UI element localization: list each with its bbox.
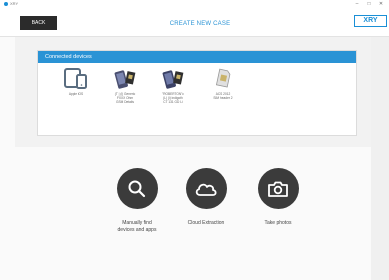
close-button[interactable]: ✕: [376, 0, 386, 8]
window-titlebar: XRY – □ ✕: [0, 0, 389, 8]
phone-sim-icon: [162, 70, 184, 89]
app-icon: [4, 2, 8, 6]
manually-find-button[interactable]: Manually find devices and apps: [97, 168, 177, 234]
device-label: "ROBERTON"c (L) (i) indigoth CT 131 GD L…: [162, 92, 184, 104]
sim-card-icon: [215, 68, 231, 88]
search-icon: [128, 180, 146, 197]
device-label: ACS 2012 SIM header 2: [213, 92, 233, 100]
take-photos-label: Take photos: [264, 220, 292, 226]
toolbar: BACK CREATE NEW CASE XRY: [0, 8, 389, 37]
manually-find-circle[interactable]: [116, 168, 158, 209]
cloud-extraction-button[interactable]: Cloud Extraction: [166, 168, 246, 227]
window-title: XRY: [10, 1, 19, 6]
manually-find-label: Manually find devices and apps: [117, 220, 157, 233]
minimize-button[interactable]: –: [352, 0, 362, 8]
device-apple-ios[interactable]: Apple iOS: [51, 67, 101, 96]
scroll-area: [371, 37, 389, 280]
device-sim-card[interactable]: ACS 2012 SIM header 2: [198, 67, 248, 100]
cloud-extraction-label: Cloud Extraction: [187, 220, 225, 226]
device-label: (T | (i) Generic FXXX Ohm GSM Details: [114, 92, 136, 104]
xry-logo: XRY: [354, 15, 387, 27]
take-photos-circle[interactable]: [257, 168, 299, 209]
apple-ios-devices-icon: [64, 68, 87, 89]
device-generic-phone[interactable]: (T | (i) Generic FXXX Ohm GSM Details: [100, 67, 150, 104]
device-label: Apple iOS: [68, 92, 84, 96]
maximize-button[interactable]: □: [364, 0, 374, 8]
page-title: CREATE NEW CASE: [169, 21, 231, 27]
device-roberton-phone[interactable]: "ROBERTON"c (L) (i) indigoth CT 131 GD L…: [148, 67, 198, 104]
phone-sim-icon: [114, 70, 136, 89]
connected-devices-panel: Connected devices Apple iOS (T | (i) Gen…: [37, 50, 357, 136]
camera-icon: [268, 181, 288, 197]
take-photos-button[interactable]: Take photos: [238, 168, 318, 227]
connected-devices-title: Connected devices: [38, 51, 356, 63]
cloud-icon: [195, 183, 217, 196]
back-button[interactable]: BACK: [20, 16, 57, 30]
cloud-extraction-circle[interactable]: [185, 168, 227, 209]
